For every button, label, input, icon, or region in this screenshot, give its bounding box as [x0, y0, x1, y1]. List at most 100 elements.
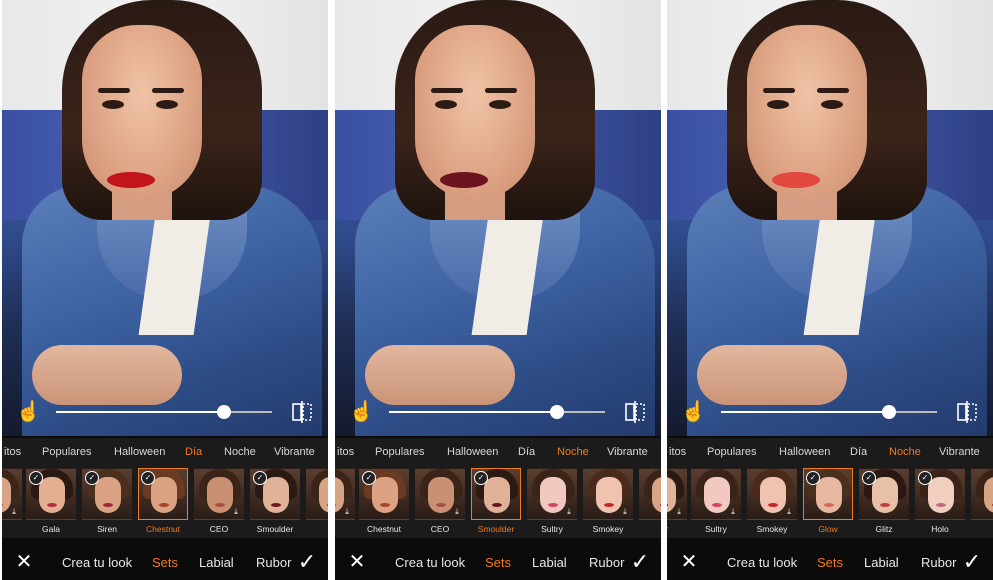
- look-thumbnail[interactable]: ⤓: [639, 468, 661, 520]
- lips: [440, 172, 488, 188]
- category-tab[interactable]: Populares: [375, 446, 425, 458]
- toolbar-tab[interactable]: Sets: [817, 555, 843, 570]
- look-thumbnail[interactable]: ✓: [26, 468, 76, 520]
- look-thumbnail[interactable]: ✓: [250, 468, 300, 520]
- look-thumbnail[interactable]: ⤓: [583, 468, 633, 520]
- compare-split-icon[interactable]: [623, 401, 647, 423]
- thumbnail-lips: [548, 503, 558, 507]
- slider-knob[interactable]: [882, 405, 897, 419]
- confirm-check-icon[interactable]: ✓: [294, 550, 320, 574]
- category-tab[interactable]: Halloween: [447, 446, 498, 458]
- intensity-slider[interactable]: [721, 405, 937, 419]
- category-tab[interactable]: Día: [850, 446, 867, 458]
- photo-preview[interactable]: [335, 0, 661, 436]
- category-tab[interactable]: itos: [669, 446, 686, 458]
- thumbnail-face: [652, 477, 661, 513]
- thumbnail-label: Smokey: [756, 524, 788, 534]
- confirm-check-icon[interactable]: ✓: [627, 550, 653, 574]
- thumbnail-label: Glitz: [875, 524, 893, 534]
- look-thumbnail[interactable]: ✓: [859, 468, 909, 520]
- photo-preview[interactable]: [2, 0, 328, 436]
- look-thumbnails: ⤓ ✓ Chestnut ⤓ CEO ✓ Smoulder ⤓ Sultry ⤓ Smokey ⤓: [335, 466, 661, 538]
- compare-split-icon[interactable]: [290, 401, 314, 423]
- category-tab[interactable]: Noche: [224, 446, 256, 458]
- toolbar-tab[interactable]: Crea tu look: [62, 555, 132, 570]
- category-tab[interactable]: Halloween: [114, 446, 165, 458]
- toolbar-tab[interactable]: Sets: [152, 555, 178, 570]
- toolbar-tab[interactable]: Rubor: [256, 555, 291, 570]
- app-screen: ☝ itos Populares Halloween Día Noche Vibrante ⤓…: [335, 0, 661, 580]
- close-icon[interactable]: ✕: [347, 552, 367, 572]
- left-eye: [767, 100, 789, 109]
- look-thumbnail[interactable]: ⤓: [335, 468, 355, 520]
- look-thumbnail[interactable]: ⤓: [971, 468, 993, 520]
- look-thumbnail[interactable]: ⤓: [667, 468, 687, 520]
- category-tab[interactable]: Noche: [889, 446, 921, 458]
- look-thumbnail[interactable]: ⤓: [2, 468, 22, 520]
- arm: [32, 345, 182, 405]
- left-eyebrow: [98, 88, 130, 93]
- toolbar-tab[interactable]: Sets: [485, 555, 511, 570]
- thumbnail-lips: [604, 503, 614, 507]
- photo-preview[interactable]: [667, 0, 993, 436]
- slider-knob[interactable]: [217, 405, 232, 419]
- touch-hand-icon[interactable]: ☝: [349, 400, 374, 424]
- thumbnail-face: [484, 477, 510, 513]
- confirm-check-icon[interactable]: ✓: [959, 550, 985, 574]
- touch-hand-icon[interactable]: ☝: [16, 400, 41, 424]
- look-thumbnail[interactable]: ⤓: [306, 468, 328, 520]
- category-tab[interactable]: itos: [337, 446, 354, 458]
- category-tab[interactable]: Noche: [557, 446, 589, 458]
- look-thumbnail[interactable]: ⤓: [747, 468, 797, 520]
- thumbnail-lips: [880, 503, 890, 507]
- toolbar-tab[interactable]: Rubor: [921, 555, 956, 570]
- look-thumbnail[interactable]: ⤓: [415, 468, 465, 520]
- toolbar-tab[interactable]: Labial: [199, 555, 234, 570]
- look-thumbnail[interactable]: ⤓: [691, 468, 741, 520]
- category-tab[interactable]: Populares: [42, 446, 92, 458]
- category-tab[interactable]: Día: [518, 446, 535, 458]
- look-thumbnail[interactable]: ✓: [138, 468, 188, 520]
- look-thumbnail[interactable]: ⤓: [194, 468, 244, 520]
- category-tab[interactable]: Vibrante: [607, 446, 648, 458]
- look-thumbnail[interactable]: ✓: [359, 468, 409, 520]
- category-tab[interactable]: itos: [4, 446, 21, 458]
- lips: [107, 172, 155, 188]
- compare-split-icon[interactable]: [955, 401, 979, 423]
- look-thumbnail[interactable]: ✓: [915, 468, 965, 520]
- thumbnail-face: [207, 477, 233, 513]
- look-thumbnails: ⤓der⤓Sultry⤓Smokey✓Glow✓Glitz✓Holo⤓: [667, 466, 993, 538]
- download-icon: ⤓: [234, 507, 238, 516]
- close-icon[interactable]: ✕: [679, 552, 699, 572]
- category-tab[interactable]: Día: [185, 446, 202, 458]
- thumbnail-lips: [824, 503, 834, 507]
- toolbar-tab[interactable]: Labial: [532, 555, 567, 570]
- thumbnail-label: Gala: [42, 524, 60, 534]
- look-thumbnail[interactable]: ✓: [471, 468, 521, 520]
- category-tab[interactable]: Vibrante: [274, 446, 315, 458]
- look-thumbnail[interactable]: ✓: [803, 468, 853, 520]
- category-tab[interactable]: Vibrante: [939, 446, 980, 458]
- thumbnail-lips: [271, 503, 281, 507]
- checkmark-icon: ✓: [862, 471, 876, 485]
- download-icon: ⤓: [567, 507, 571, 516]
- toolbar-tab[interactable]: Rubor: [589, 555, 624, 570]
- touch-hand-icon[interactable]: ☝: [681, 400, 706, 424]
- checkmark-icon: ✓: [806, 471, 820, 485]
- download-icon: ⤓: [677, 507, 681, 516]
- app-screen: ☝ itos Populares Halloween Día Noche Vibrante ⤓…: [2, 0, 328, 580]
- close-icon[interactable]: ✕: [14, 552, 34, 572]
- toolbar-tab[interactable]: Crea tu look: [395, 555, 465, 570]
- look-thumbnail[interactable]: ✓: [82, 468, 132, 520]
- toolbar-tab[interactable]: Labial: [864, 555, 899, 570]
- intensity-slider[interactable]: [56, 405, 272, 419]
- slider-knob[interactable]: [550, 405, 565, 419]
- category-tab[interactable]: Populares: [707, 446, 757, 458]
- intensity-slider-row: ☝: [667, 398, 993, 426]
- thumbnail-face: [704, 477, 730, 513]
- intensity-slider[interactable]: [389, 405, 605, 419]
- thumbnail-face: [760, 477, 786, 513]
- toolbar-tab[interactable]: Crea tu look: [727, 555, 797, 570]
- category-tab[interactable]: Halloween: [779, 446, 830, 458]
- look-thumbnail[interactable]: ⤓: [527, 468, 577, 520]
